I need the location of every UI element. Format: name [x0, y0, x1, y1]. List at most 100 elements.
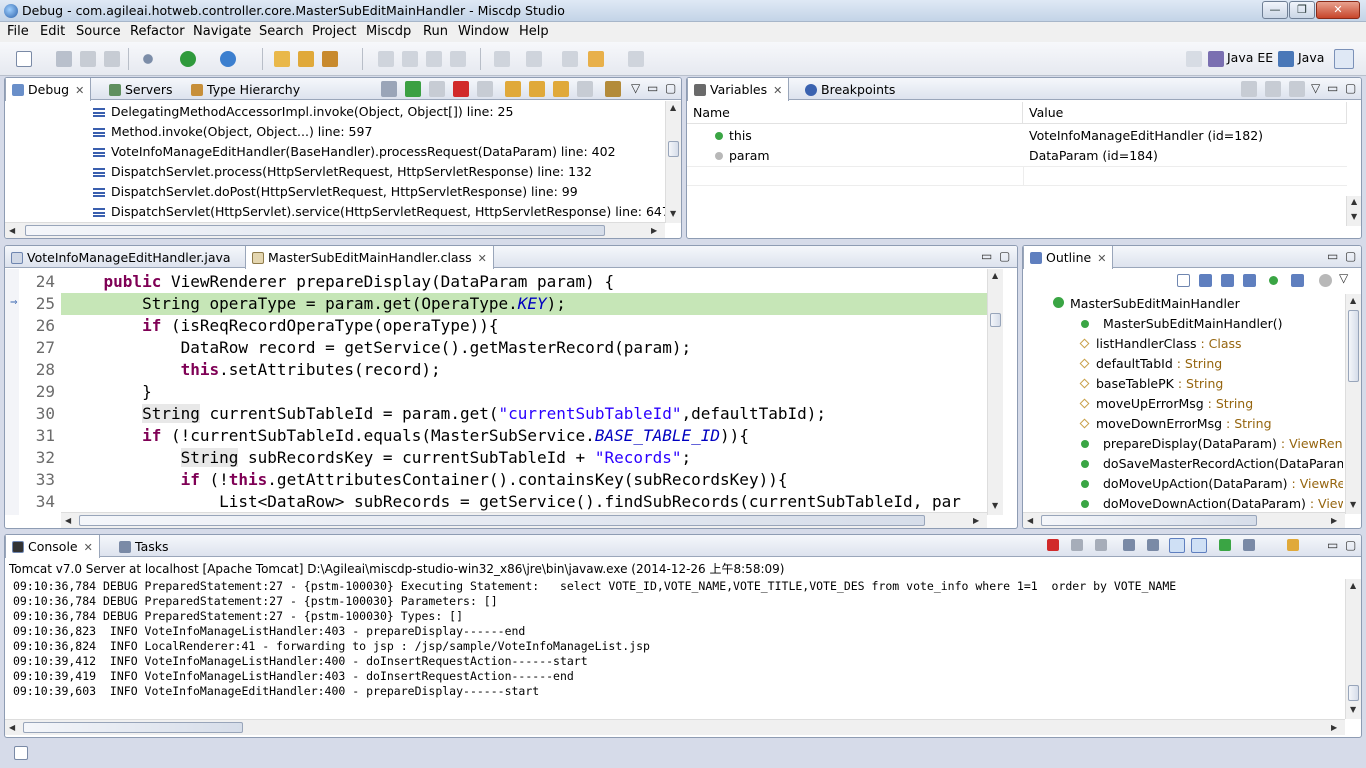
block-select-icon[interactable]	[426, 51, 442, 67]
variables-vscrollbar[interactable]: ▲ ▼	[1346, 196, 1361, 226]
outline-item[interactable]: moveUpErrorMsg : String	[1079, 394, 1253, 414]
close-tab-icon[interactable]: ✕	[478, 252, 487, 265]
code-line[interactable]: 26 if (isReqRecordOperaType(operaType)){	[5, 315, 987, 337]
scroll-left-icon[interactable]: ◀	[9, 226, 15, 235]
scroll-thumb[interactable]	[25, 225, 605, 236]
outline-item[interactable]: MasterSubEditMainHandler()	[1081, 314, 1283, 334]
view-menu-icon[interactable]: ▽	[1311, 81, 1320, 95]
view-menu-icon[interactable]: ▽	[1339, 271, 1348, 285]
sort-icon[interactable]	[1199, 274, 1212, 287]
menu-window[interactable]: Window	[458, 24, 509, 39]
scroll-thumb[interactable]	[23, 722, 243, 733]
remove-launches-icon[interactable]	[381, 81, 397, 97]
maximize-view-icon[interactable]: ▢	[665, 81, 676, 95]
code-line[interactable]: 33 if (!this.getAttributesContainer().co…	[5, 469, 987, 491]
variable-row-param[interactable]: param	[715, 146, 770, 166]
run-icon[interactable]	[180, 51, 196, 67]
open-console-icon[interactable]	[1287, 539, 1299, 551]
code-line[interactable]: 29 }	[5, 381, 987, 403]
tab-voteinfomanageedithandler-java[interactable]: VoteInfoManageEditHandler.java	[5, 246, 237, 268]
code-line[interactable]: 34 List<DataRow> subRecords = getService…	[5, 491, 987, 513]
use-step-filters-icon[interactable]	[605, 81, 621, 97]
tab-variables[interactable]: Variables ✕	[687, 78, 790, 101]
scroll-left-icon[interactable]: ◀	[1027, 516, 1033, 525]
scroll-thumb[interactable]	[668, 141, 679, 157]
external-tools-icon[interactable]	[220, 51, 236, 67]
maximize-button[interactable]: ❐	[1289, 1, 1315, 19]
tab-console[interactable]: Console ✕	[5, 535, 100, 558]
perspective-java-ee[interactable]: Java EE	[1227, 50, 1273, 65]
debug-hscrollbar[interactable]: ◀ ▶	[5, 222, 665, 238]
show-type-names-icon[interactable]	[1241, 81, 1257, 97]
save-icon[interactable]	[56, 51, 72, 67]
code-line[interactable]: 28 this.setAttributes(record);	[5, 359, 987, 381]
tab-breakpoints[interactable]: Breakpoints	[799, 78, 901, 100]
stack-frame[interactable]: DispatchServlet.process(HttpServletReque…	[93, 162, 592, 182]
menu-edit[interactable]: Edit	[40, 24, 65, 39]
stack-frame[interactable]: DispatchServlet(HttpServlet).service(Htt…	[93, 202, 670, 222]
scroll-lock-icon[interactable]	[1147, 539, 1159, 551]
scroll-down-icon[interactable]: ▼	[1350, 500, 1356, 509]
hide-local-types-icon[interactable]	[1291, 274, 1304, 287]
debug-perspective-icon[interactable]	[1334, 49, 1354, 69]
toggle-mark-icon[interactable]	[378, 51, 394, 67]
scroll-up-icon[interactable]: ▲	[992, 271, 998, 280]
close-tab-icon[interactable]: ✕	[84, 541, 93, 554]
editor-vscrollbar[interactable]: ▲ ▼	[987, 269, 1003, 515]
debug-icon[interactable]	[140, 51, 156, 67]
tab-debug[interactable]: Debug ✕	[5, 78, 92, 101]
code-line[interactable]: 27 DataRow record = getService().getMast…	[5, 337, 987, 359]
menu-navigate[interactable]: Navigate	[193, 24, 251, 39]
perspective-java[interactable]: Java	[1298, 50, 1324, 65]
maximize-view-icon[interactable]: ▢	[999, 249, 1010, 263]
last-edit-icon[interactable]	[562, 51, 578, 67]
suspend-icon[interactable]	[429, 81, 445, 97]
maximize-view-icon[interactable]: ▢	[1345, 249, 1356, 263]
open-type-icon[interactable]	[274, 51, 290, 67]
tab-tasks[interactable]: Tasks	[113, 535, 175, 557]
show-logical-structure-icon[interactable]	[1265, 81, 1281, 97]
hide-non-public-icon[interactable]	[1269, 276, 1278, 285]
outline-item[interactable]: defaultTabId : String	[1079, 354, 1222, 374]
code-line[interactable]: 32 String subRecordsKey = currentSubTabl…	[5, 447, 987, 469]
disconnect-icon[interactable]	[477, 81, 493, 97]
remove-launch-icon[interactable]	[1071, 539, 1083, 551]
close-button[interactable]: ✕	[1316, 1, 1360, 19]
collapse-all-icon[interactable]	[1289, 81, 1305, 97]
console-vscrollbar[interactable]: ▲ ▼	[1345, 579, 1361, 719]
scroll-left-icon[interactable]: ◀	[65, 516, 71, 525]
menu-refactor[interactable]: Refactor	[130, 24, 185, 39]
outline-hscrollbar[interactable]: ◀ ▶	[1023, 512, 1345, 528]
minimize-view-icon[interactable]: ▭	[1327, 81, 1338, 95]
show-on-stderr-icon[interactable]	[1191, 538, 1207, 553]
view-menu-icon[interactable]: ▽	[631, 81, 640, 95]
step-over-icon[interactable]	[529, 81, 545, 97]
outline-vscrollbar[interactable]: ▲ ▼	[1345, 294, 1361, 514]
tab-type-hierarchy[interactable]: Type Hierarchy	[185, 78, 306, 100]
minimize-view-icon[interactable]: ▭	[647, 81, 658, 95]
stack-frame[interactable]: DispatchServlet.doPost(HttpServletReques…	[93, 182, 578, 202]
outline-item[interactable]: baseTablePK : String	[1079, 374, 1223, 394]
outline-item[interactable]: listHandlerClass : Class	[1079, 334, 1242, 354]
tab-outline[interactable]: Outline ✕	[1023, 246, 1114, 269]
scroll-up-icon[interactable]: ▲	[1351, 197, 1357, 206]
minimize-view-icon[interactable]: ▭	[1327, 249, 1338, 263]
scroll-thumb[interactable]	[1041, 515, 1257, 526]
step-return-icon[interactable]	[553, 81, 569, 97]
scroll-down-icon[interactable]: ▼	[1351, 212, 1357, 221]
link-icon[interactable]	[1319, 274, 1332, 287]
pin-console-icon[interactable]	[1219, 539, 1231, 551]
scroll-up-icon[interactable]: ▲	[1350, 581, 1356, 590]
code-area[interactable]: 24 public ViewRenderer prepareDisplay(Da…	[5, 271, 987, 515]
close-tab-icon[interactable]: ✕	[773, 84, 782, 97]
outline-item[interactable]: prepareDisplay(DataParam) : ViewRende	[1081, 434, 1343, 454]
menu-search[interactable]: Search	[259, 24, 304, 39]
scroll-right-icon[interactable]: ▶	[973, 516, 979, 525]
editor-hscrollbar[interactable]: ◀ ▶	[61, 512, 987, 528]
scroll-up-icon[interactable]: ▲	[670, 103, 676, 112]
outline-item[interactable]: moveDownErrorMsg : String	[1079, 414, 1272, 434]
scroll-thumb[interactable]	[79, 515, 925, 526]
terminate-icon[interactable]	[453, 81, 469, 97]
scroll-right-icon[interactable]: ▶	[1331, 516, 1337, 525]
code-line[interactable]: 30 String currentSubTableId = param.get(…	[5, 403, 987, 425]
